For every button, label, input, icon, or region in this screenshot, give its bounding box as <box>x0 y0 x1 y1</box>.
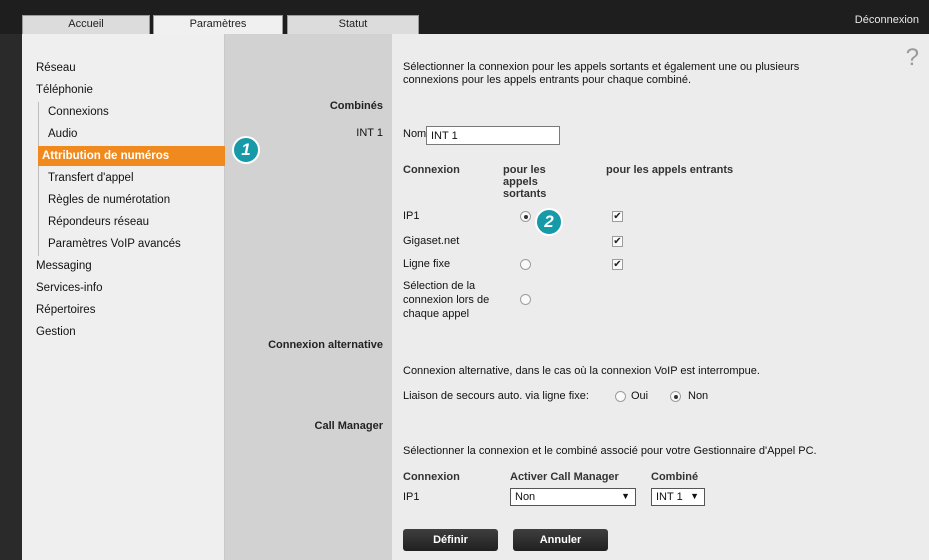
sidebar-item-regles-numerotation[interactable]: Règles de numérotation <box>48 194 170 206</box>
col-outgoing-header-1: pour les <box>503 164 546 176</box>
sidebar-item-repondeurs-reseau[interactable]: Répondeurs réseau <box>48 216 149 228</box>
handset-name-input[interactable] <box>426 126 560 145</box>
sidebar-item-transfert-appel[interactable]: Transfert d'appel <box>48 172 134 184</box>
col-incoming-header: pour les appels entrants <box>606 164 734 176</box>
sidebar-item-connexions[interactable]: Connexions <box>48 106 109 118</box>
fallback-yes-radio[interactable] <box>615 391 626 402</box>
row-gigaset-label: Gigaset.net <box>403 235 460 247</box>
help-icon[interactable]: ? <box>906 44 919 72</box>
col-outgoing-header-2: appels <box>503 176 538 188</box>
main-frame: Réseau Téléphonie Connexions Audio Attri… <box>22 34 929 560</box>
sidebar-item-services-info[interactable]: Services-info <box>36 282 102 294</box>
tab-parametres[interactable]: Paramètres <box>153 15 283 34</box>
alternative-description: Connexion alternative, dans le cas où la… <box>403 365 760 377</box>
cm-col-activate: Activer Call Manager <box>510 471 619 483</box>
row-ip1-label: IP1 <box>403 210 420 222</box>
sidebar-item-messaging[interactable]: Messaging <box>36 260 92 272</box>
handset-label: INT 1 <box>356 127 383 139</box>
fallback-no-label: Non <box>688 390 709 402</box>
call-manager-description: Sélectionner la connexion et le combiné … <box>403 445 817 457</box>
sidebar-item-audio[interactable]: Audio <box>48 128 77 140</box>
define-button[interactable]: Définir <box>403 529 498 551</box>
callout-marker-2: 2 <box>535 208 563 236</box>
call-manager-heading: Call Manager <box>314 420 383 432</box>
combines-heading: Combinés <box>329 100 383 112</box>
cm-col-handset: Combiné <box>651 471 699 483</box>
callout-marker-1: 1 <box>232 136 260 164</box>
ligne-fixe-outgoing-radio[interactable] <box>520 259 531 270</box>
sidebar: Réseau Téléphonie Connexions Audio Attri… <box>22 34 274 560</box>
select-each-call-line-1: Sélection de la <box>403 280 476 292</box>
row-ligne-fixe-label: Ligne fixe <box>403 258 451 270</box>
sidebar-item-telephonie[interactable]: Téléphonie <box>36 84 93 96</box>
ip1-outgoing-radio[interactable] <box>520 211 531 222</box>
select-each-call-line-2: connexion lors de <box>403 294 490 306</box>
chevron-down-icon: ▼ <box>621 491 630 501</box>
fallback-no-radio[interactable] <box>670 391 681 402</box>
top-bar: Accueil Paramètres Statut Déconnexion <box>0 0 929 34</box>
cm-col-connexion: Connexion <box>403 471 460 483</box>
handset-select-value: INT 1 <box>656 491 683 503</box>
fallback-label: Liaison de secours auto. via ligne fixe: <box>403 390 589 402</box>
sidebar-item-reseau[interactable]: Réseau <box>36 62 76 74</box>
content-panel: ? Sélectionner la connexion pour les app… <box>392 34 929 560</box>
sidebar-divider <box>38 102 39 256</box>
col-connexion-header: Connexion <box>403 164 460 176</box>
sidebar-item-repertoires[interactable]: Répertoires <box>36 304 95 316</box>
chevron-down-icon: ▼ <box>690 491 699 501</box>
activate-call-manager-value: Non <box>515 491 536 503</box>
fallback-yes-label: Oui <box>631 390 649 402</box>
tab-accueil[interactable]: Accueil <box>22 15 150 34</box>
label-column: Combinés INT 1 Connexion alternative Cal… <box>225 34 392 560</box>
select-each-call-radio[interactable] <box>520 294 531 305</box>
activate-call-manager-select[interactable]: Non ▼ <box>510 488 636 506</box>
sidebar-item-parametres-voip[interactable]: Paramètres VoIP avancés <box>48 238 181 250</box>
logout-link[interactable]: Déconnexion <box>855 14 919 26</box>
select-each-call-line-3: chaque appel <box>403 308 470 320</box>
ip1-incoming-checkbox[interactable]: ✔ <box>612 211 623 222</box>
intro-line-1: Sélectionner la connexion pour les appel… <box>403 61 800 73</box>
ligne-fixe-incoming-checkbox[interactable]: ✔ <box>612 259 623 270</box>
sidebar-item-gestion[interactable]: Gestion <box>36 326 76 338</box>
handset-select[interactable]: INT 1 ▼ <box>651 488 705 506</box>
tab-statut[interactable]: Statut <box>287 15 419 34</box>
alternative-heading: Connexion alternative <box>268 339 383 351</box>
gigaset-incoming-checkbox[interactable]: ✔ <box>612 236 623 247</box>
intro-line-2: connexions pour les appels entrants pour… <box>403 74 692 86</box>
col-outgoing-header-3: sortants <box>503 188 547 200</box>
name-label: Nom <box>403 128 427 140</box>
cancel-button[interactable]: Annuler <box>513 529 608 551</box>
cm-row-connexion: IP1 <box>403 491 420 503</box>
